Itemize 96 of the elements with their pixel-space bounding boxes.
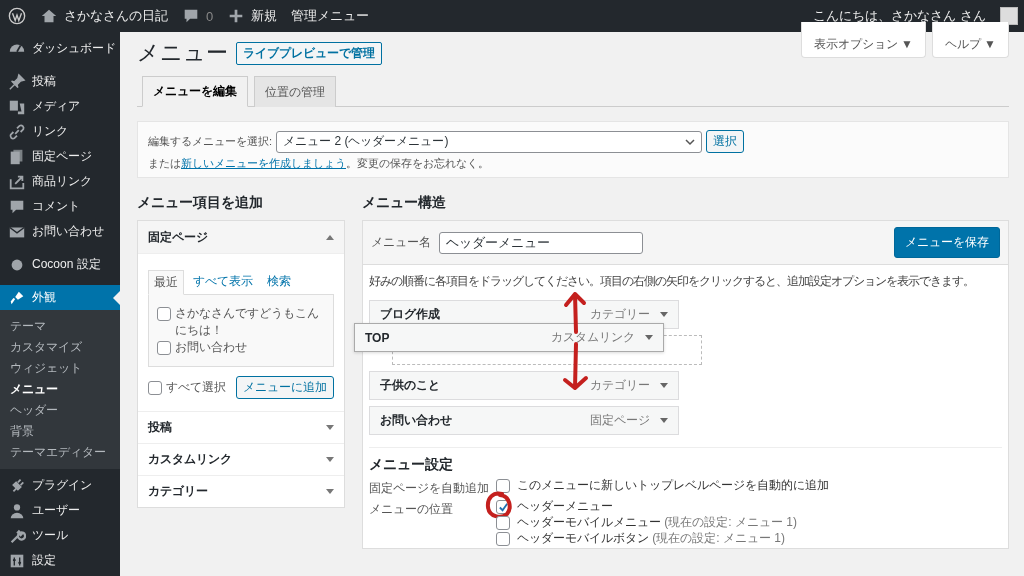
sidebar-item[interactable]: 設定 — [0, 548, 120, 573]
setting-label: 固定ページを自動追加 — [369, 480, 490, 497]
accordion-title: 投稿 — [148, 419, 172, 436]
checkbox[interactable] — [157, 307, 171, 321]
caret-down-icon[interactable] — [660, 311, 668, 318]
option-label: ヘッダーモバイルボタン (現在の設定: メニュー 1) — [517, 531, 785, 546]
menu-item-type: カスタムリンク — [551, 329, 635, 346]
create-menu-note: または新しいメニューを作成しましょう。変更の保存をお忘れなく。 — [148, 156, 490, 171]
tab[interactable]: 位置の管理 — [254, 76, 336, 107]
submenu-item[interactable]: 背景 — [0, 421, 120, 442]
live-preview-button[interactable]: ライブプレビューで管理 — [236, 41, 382, 65]
checkbox[interactable] — [496, 516, 510, 530]
section-heading: メニュー構造 — [362, 194, 447, 212]
sidebar-item[interactable]: メディア — [0, 94, 120, 119]
admin-menu-link[interactable]: 管理メニュー — [291, 7, 370, 25]
sidebar-item[interactable]: ツール — [0, 523, 120, 548]
option-label: ヘッダーモバイルメニュー (現在の設定: メニュー 1) — [517, 515, 797, 530]
menu-item-type: カテゴリー — [590, 306, 650, 323]
sidebar-item[interactable]: ユーザー — [0, 498, 120, 523]
sidebar-item[interactable]: 投稿 — [0, 69, 120, 94]
settings-heading: メニュー設定 — [369, 456, 454, 474]
submenu-item[interactable]: ヘッダー — [0, 400, 120, 421]
caret-down-icon — [326, 456, 334, 463]
submenu-item[interactable]: メニュー — [0, 379, 120, 400]
section-heading: メニュー項目を追加 — [137, 194, 264, 212]
tab[interactable]: メニューを編集 — [142, 76, 248, 107]
submenu-item[interactable]: カスタマイズ — [0, 337, 120, 358]
caret-down-icon[interactable] — [660, 382, 668, 389]
menu-item-title: TOP — [365, 330, 391, 345]
pin-icon — [8, 72, 26, 91]
caret-down-icon[interactable] — [660, 417, 668, 424]
option-label: ヘッダーメニュー — [517, 499, 613, 514]
accordion-header[interactable]: 固定ページ — [138, 221, 344, 254]
help-button[interactable]: ヘルプ ▼ — [931, 22, 1009, 58]
panel-tab[interactable]: すべて表示 — [188, 270, 258, 294]
sidebar-item[interactable]: 商品リンク — [0, 169, 120, 194]
caret-down-icon — [326, 488, 334, 495]
dragged-menu-item[interactable]: TOP カスタムリンク — [354, 323, 664, 352]
sidebar-item[interactable]: コメント — [0, 194, 120, 219]
add-to-menu-button[interactable]: メニューに追加 — [236, 376, 334, 399]
accordion-title: カテゴリー — [148, 483, 208, 500]
submenu-item[interactable]: ウィジェット — [0, 358, 120, 379]
accordion-header[interactable]: カテゴリー — [138, 475, 344, 507]
checkbox[interactable] — [496, 479, 510, 493]
sidebar-item[interactable]: ダッシュボード — [0, 36, 120, 61]
accordion-title: 固定ページ — [148, 228, 208, 246]
menu-item[interactable]: お問い合わせ 固定ページ — [369, 406, 679, 435]
site-name-link[interactable]: さかなさんの日記 — [64, 7, 168, 25]
accordion-title: カスタムリンク — [148, 451, 232, 468]
option-label: このメニューに新しいトップレベルページを自動的に追加 — [517, 478, 829, 493]
greeting-link[interactable]: こんにちは、さかなさん さん — [813, 7, 986, 25]
caret-up-icon — [326, 234, 334, 240]
submenu-item[interactable]: テーマエディター — [0, 442, 120, 463]
create-menu-link[interactable]: 新しいメニューを作成しましょう — [181, 157, 346, 169]
menu-name-field[interactable]: ヘッダーメニュー — [439, 231, 643, 254]
sidebar-item[interactable]: リンク — [0, 119, 120, 144]
panel-tab[interactable]: 最近 — [148, 270, 184, 295]
menu-item-title: ブログ作成 — [380, 306, 441, 323]
page-option: お問い合わせ — [175, 339, 247, 356]
accordion-header[interactable]: カスタムリンク — [138, 443, 344, 475]
page-title: メニュー — [137, 39, 228, 67]
menu-name-label: メニュー名 — [371, 234, 431, 251]
panel-tab[interactable]: 検索 — [262, 270, 296, 294]
screen-options-button[interactable]: 表示オプション ▼ — [800, 22, 926, 58]
chevron-down-icon — [685, 137, 696, 146]
checkbox[interactable] — [496, 532, 510, 546]
sidebar-item[interactable]: 外観 — [0, 285, 120, 310]
accordion-header[interactable]: 投稿 — [138, 411, 344, 443]
menu-item[interactable]: 子供のこと カテゴリー — [369, 371, 679, 400]
setting-label: メニューの位置 — [369, 501, 454, 518]
new-link[interactable]: 新規 — [251, 7, 278, 25]
checkbox[interactable] — [148, 381, 162, 395]
home-icon[interactable] — [40, 7, 58, 25]
select-label: 編集するメニューを選択: — [148, 134, 273, 149]
page-option: さかなさんですどうもこんにちは！ — [175, 305, 325, 339]
menu-item-type: カテゴリー — [590, 377, 650, 394]
checkbox[interactable] — [157, 341, 171, 355]
user-icon — [8, 501, 26, 520]
menu-item-title: 子供のこと — [380, 377, 441, 394]
sidebar-item[interactable]: Cocoon 設定 — [0, 252, 120, 277]
caret-down-icon[interactable] — [645, 334, 653, 341]
select-all-label: すべて選択 — [166, 379, 226, 396]
sidebar-item[interactable]: お問い合わせ — [0, 219, 120, 244]
menu-item-type: 固定ページ — [590, 412, 650, 429]
instructions-text: 好みの順番に各項目をドラッグしてください。項目の右側の矢印をクリックすると、追加設定オプションを表示できます。 — [369, 273, 975, 290]
wordpress-logo-icon[interactable] — [8, 7, 26, 25]
sidebar-item[interactable]: 固定ページ — [0, 144, 120, 169]
caret-down-icon — [326, 424, 334, 431]
menu-item-title: お問い合わせ — [380, 412, 453, 429]
sidebar-item[interactable]: プラグイン — [0, 473, 120, 498]
select-button[interactable]: 選択 — [706, 130, 745, 153]
submenu-item[interactable]: テーマ — [0, 316, 120, 337]
save-menu-button[interactable]: メニューを保存 — [894, 227, 1000, 258]
link-icon — [8, 122, 26, 141]
menu-dropdown[interactable]: メニュー 2 (ヘッダーメニュー) — [276, 130, 703, 153]
comment-count: 0 — [206, 8, 214, 24]
